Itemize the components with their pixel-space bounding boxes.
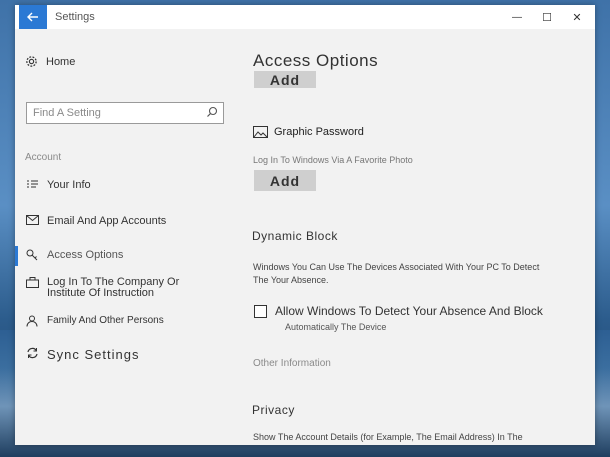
privacy-heading: Privacy bbox=[252, 403, 295, 417]
back-button[interactable] bbox=[19, 5, 47, 29]
search-placeholder: Find A Setting bbox=[33, 107, 101, 119]
briefcase-icon bbox=[25, 277, 39, 288]
settings-window: Settings — ☐ ✕ Home Find A Setting Accou… bbox=[15, 5, 595, 445]
sidebar: Home Find A Setting Account Your Info Em… bbox=[15, 29, 240, 445]
dynamic-block-checkbox[interactable] bbox=[254, 305, 267, 318]
person-icon bbox=[25, 315, 39, 327]
home-label: Home bbox=[46, 55, 76, 68]
add-button-label: Add bbox=[269, 172, 301, 189]
person-list-icon bbox=[25, 179, 39, 190]
search-input[interactable]: Find A Setting bbox=[26, 102, 224, 124]
graphic-password-title: Graphic Password bbox=[274, 126, 364, 138]
dynamic-block-description: Windows You Can Use The Devices Associat… bbox=[253, 262, 540, 285]
main-content: Access Options Add Graphic Password Log … bbox=[240, 29, 595, 445]
gear-icon bbox=[26, 56, 37, 67]
picture-icon bbox=[253, 126, 268, 138]
dynamic-block-heading: Dynamic Block bbox=[252, 229, 338, 243]
minimize-button[interactable]: — bbox=[501, 5, 533, 29]
sidebar-item-label: Family And Other Persons bbox=[47, 315, 164, 326]
key-icon bbox=[25, 249, 39, 261]
sidebar-item-family[interactable]: Family And Other Persons bbox=[15, 315, 240, 327]
maximize-icon: ☐ bbox=[542, 11, 552, 24]
maximize-button[interactable]: ☐ bbox=[531, 5, 563, 29]
close-button[interactable]: ✕ bbox=[561, 5, 593, 29]
active-indicator bbox=[15, 246, 18, 266]
add-button-top[interactable]: Add bbox=[254, 71, 316, 88]
add-button-label: Add bbox=[269, 71, 301, 88]
arrow-left-icon bbox=[27, 12, 38, 22]
sidebar-item-label: Access Options bbox=[47, 249, 124, 261]
sidebar-item-email-accounts[interactable]: Email And App Accounts bbox=[15, 215, 240, 227]
graphic-password-description: Log In To Windows Via A Favorite Photo bbox=[253, 155, 413, 165]
section-account-label: Account bbox=[25, 152, 62, 163]
sidebar-item-sync-settings[interactable]: Sync Settings bbox=[15, 347, 240, 362]
page-title: Access Options bbox=[253, 51, 379, 70]
home-link[interactable]: Home bbox=[25, 55, 75, 68]
sidebar-item-label: Sync Settings bbox=[47, 347, 140, 362]
close-icon: ✕ bbox=[572, 11, 582, 24]
title-bar: Settings — ☐ ✕ bbox=[15, 5, 595, 30]
sidebar-item-work-school[interactable]: Log In To The Company Or Institute Of In… bbox=[15, 277, 240, 299]
window-title: Settings bbox=[55, 11, 95, 23]
sidebar-item-label: Log In To The Company Or Institute Of In… bbox=[47, 276, 180, 299]
dynamic-block-checkbox-label: Allow Windows To Detect Your Absence And… bbox=[275, 304, 543, 318]
sidebar-item-your-info[interactable]: Your Info bbox=[15, 179, 240, 191]
sidebar-item-label: Email And App Accounts bbox=[47, 215, 167, 227]
mail-icon bbox=[25, 215, 39, 225]
privacy-description: Show The Account Details (for Example, T… bbox=[253, 432, 523, 442]
add-graphic-password-button[interactable]: Add bbox=[254, 170, 316, 191]
dynamic-block-checkbox-sublabel: Automatically The Device bbox=[285, 322, 387, 332]
graphic-password-heading: Graphic Password bbox=[253, 126, 364, 138]
sidebar-item-access-options[interactable]: Access Options bbox=[15, 246, 240, 266]
sidebar-item-label: Your Info bbox=[47, 179, 91, 191]
minimize-icon: — bbox=[512, 11, 522, 23]
sync-icon bbox=[25, 347, 39, 359]
search-icon bbox=[207, 106, 218, 117]
other-information-link[interactable]: Other Information bbox=[253, 358, 331, 369]
